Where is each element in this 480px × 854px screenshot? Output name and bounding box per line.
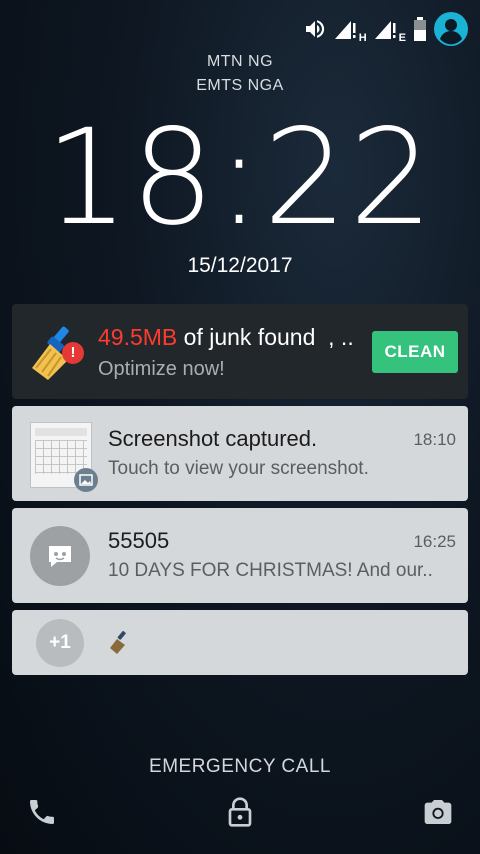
sms-avatar — [30, 526, 90, 586]
optimize-text: Optimize now! — [98, 358, 225, 380]
carrier-sim1: MTN NG — [206, 53, 274, 70]
more-count-badge: +1 — [36, 619, 84, 667]
broom-small-icon — [108, 630, 134, 656]
junk-found-text: of junk found , .. — [177, 324, 354, 350]
sms-notification[interactable]: 55505 10 DAYS FOR CHRISTMAS! And our.. 1… — [12, 508, 468, 603]
screenshot-time: 18:10 — [413, 430, 456, 449]
message-icon — [49, 546, 71, 567]
sms-preview: 10 DAYS FOR CHRISTMAS! And our.. — [108, 560, 433, 581]
emergency-call-button[interactable]: EMERGENCY CALL — [0, 756, 480, 778]
more-notifications[interactable]: +1 — [12, 610, 468, 675]
volume-icon — [303, 17, 327, 46]
lockscreen-date: 15/12/2017 — [187, 254, 293, 277]
carrier-sim2: EMTS NGA — [196, 77, 284, 94]
unlock-icon[interactable] — [224, 796, 256, 828]
image-icon — [74, 468, 98, 492]
screenshot-notification[interactable]: Screenshot captured. Touch to view your … — [12, 406, 468, 501]
user-profile-icon[interactable] — [434, 12, 468, 51]
signal-sim2-icon — [373, 17, 397, 46]
carrier-info: MTN NG EMTS NGA — [0, 50, 480, 98]
screenshot-title: Screenshot captured. — [108, 426, 318, 451]
sms-time: 16:25 — [413, 532, 456, 551]
sms-sender: 55505 — [108, 528, 170, 553]
phone-icon[interactable] — [26, 796, 58, 828]
status-icons: H E — [303, 12, 468, 51]
junk-cleaner-notification[interactable]: ! 49.5MB of junk found , .. Optimize now… — [12, 304, 468, 399]
clean-button[interactable]: CLEAN — [372, 331, 458, 373]
battery-icon — [412, 16, 428, 47]
lockscreen-clock: 18:22 — [44, 101, 436, 255]
alert-badge-icon: ! — [62, 342, 84, 364]
network-type-sim1: H — [358, 31, 367, 44]
screenshot-text: Touch to view your screenshot. — [108, 458, 369, 479]
signal-sim1-icon — [333, 17, 357, 46]
camera-icon[interactable] — [422, 796, 454, 828]
junk-found-title: 49.5MB of junk found , .. — [98, 324, 354, 351]
junk-size: 49.5MB — [98, 324, 178, 350]
network-type-sim2: E — [398, 31, 406, 44]
